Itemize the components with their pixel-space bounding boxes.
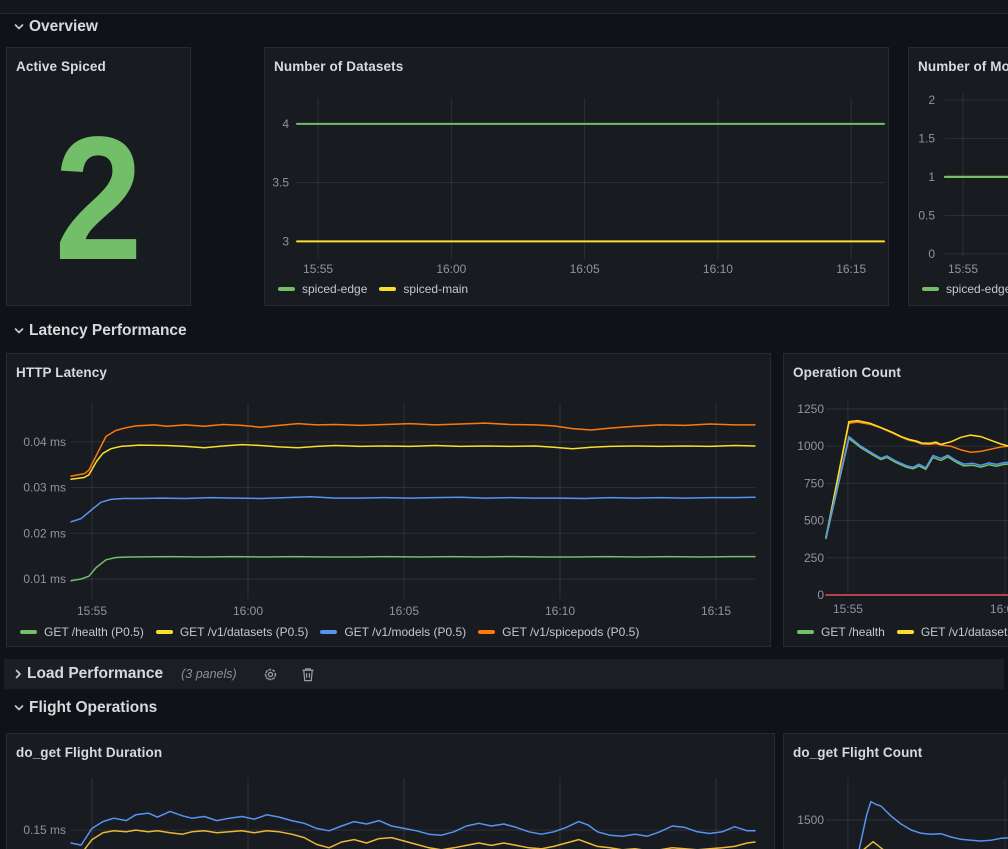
section-header-flight-operations[interactable]: Flight Operations <box>13 698 157 718</box>
svg-text:15:55: 15:55 <box>833 602 863 616</box>
svg-text:15:55: 15:55 <box>948 262 978 276</box>
panel-number-of-datasets: Number of Datasets 15:5516:0016:0516:101… <box>264 47 889 306</box>
svg-text:3: 3 <box>282 234 289 248</box>
svg-text:0: 0 <box>928 247 935 261</box>
legend-item[interactable]: GET /health <box>797 625 885 639</box>
chevron-down-icon <box>13 20 25 34</box>
svg-text:1500: 1500 <box>797 813 824 827</box>
chevron-down-icon <box>13 701 25 715</box>
legend-item[interactable]: GET /v1/datasets <box>897 625 1008 639</box>
legend-series-name: GET /health (P0.5) <box>44 625 144 639</box>
section-title: Flight Operations <box>29 699 157 717</box>
svg-text:3.5: 3.5 <box>272 176 289 190</box>
svg-text:1000: 1000 <box>797 439 824 453</box>
svg-text:750: 750 <box>804 476 824 490</box>
svg-text:0.15 ms: 0.15 ms <box>23 823 66 837</box>
legend-series-name: GET /v1/datasets <box>921 625 1008 639</box>
svg-text:15:55: 15:55 <box>303 262 333 276</box>
dashboard: Overview Active Spiced 2 Number of Datas… <box>0 0 1008 849</box>
row-settings-button[interactable] <box>261 664 281 684</box>
svg-text:0: 0 <box>817 588 824 602</box>
section-header-overview[interactable]: Overview <box>13 17 98 37</box>
svg-text:16:15: 16:15 <box>836 262 866 276</box>
panel-http-latency: HTTP Latency 15:5516:0016:0516:1016:150.… <box>6 353 771 647</box>
legend-item[interactable]: spiced-edge <box>278 282 367 296</box>
svg-text:0.03 ms: 0.03 ms <box>23 481 66 495</box>
stat-value: 2 <box>16 93 181 305</box>
svg-text:4: 4 <box>282 117 289 131</box>
svg-text:16:05: 16:05 <box>570 262 600 276</box>
svg-text:1: 1 <box>928 170 935 184</box>
legend-series-name: GET /v1/datasets (P0.5) <box>180 625 309 639</box>
svg-text:2: 2 <box>928 93 935 107</box>
svg-text:16:10: 16:10 <box>703 262 733 276</box>
top-bar <box>0 0 1008 14</box>
row-delete-button[interactable] <box>298 664 318 684</box>
legend-item[interactable]: spiced-edge <box>922 282 1008 296</box>
svg-text:16:05: 16:05 <box>389 604 419 618</box>
legend-series-name: GET /v1/models (P0.5) <box>344 625 466 639</box>
chevron-right-icon <box>12 667 24 681</box>
section-header-latency-performance[interactable]: Latency Performance <box>13 321 187 341</box>
svg-text:16:00: 16:00 <box>436 262 466 276</box>
chart-canvas[interactable]: 15:5516:0021.510.50 <box>909 48 1008 307</box>
legend-series-color <box>922 287 939 291</box>
svg-text:0.02 ms: 0.02 ms <box>23 526 66 540</box>
section-title: Load Performance <box>27 665 163 683</box>
section-title: Overview <box>29 18 98 36</box>
legend-series-color <box>478 630 495 634</box>
legend-series-color <box>320 630 337 634</box>
panel-do-get-flight-count: do_get Flight Count 1500 <box>783 733 1008 849</box>
chart-legend: spiced-edgespiced-main <box>922 281 1008 297</box>
legend-series-color <box>20 630 37 634</box>
legend-series-name: spiced-main <box>403 282 468 296</box>
legend-series-name: GET /v1/spicepods (P0.5) <box>502 625 639 639</box>
svg-text:15:55: 15:55 <box>77 604 107 618</box>
svg-text:0.01 ms: 0.01 ms <box>23 572 66 586</box>
svg-text:1.5: 1.5 <box>918 131 935 145</box>
legend-series-color <box>379 287 396 291</box>
svg-text:250: 250 <box>804 551 824 565</box>
panel-count-label: (3 panels) <box>181 667 237 681</box>
chart-canvas[interactable]: 15:55 16:00 16:05 16:10 16:15 4 3.5 3 <box>265 48 890 307</box>
panel-do-get-flight-duration: do_get Flight Duration 0.15 ms <box>6 733 775 849</box>
legend-series-color <box>897 630 914 634</box>
svg-text:16:10: 16:10 <box>545 604 575 618</box>
panel-operation-count: Operation Count 15:5516:0012501000750500… <box>783 353 1008 647</box>
legend-series-name: spiced-edge <box>946 282 1008 296</box>
chart-canvas[interactable]: 1500 <box>784 734 1008 849</box>
chart-legend: GET /health (P0.5) GET /v1/datasets (P0.5… <box>20 624 766 640</box>
legend-item[interactable]: GET /health (P0.5) <box>20 625 144 639</box>
chart-canvas[interactable]: 15:55 16:00 1250 1000 750 500 250 0 <box>784 354 1008 648</box>
panel-title[interactable]: Active Spiced <box>16 59 106 74</box>
panel-active-spiced: Active Spiced 2 <box>6 47 191 306</box>
svg-text:16:15: 16:15 <box>701 604 731 618</box>
section-title: Latency Performance <box>29 322 187 340</box>
svg-text:0.5: 0.5 <box>918 208 935 222</box>
legend-series-color <box>156 630 173 634</box>
panel-number-of-models: Number of Models 15:5516:0021.510.50 spi… <box>908 47 1008 306</box>
chevron-down-icon <box>13 324 25 338</box>
chart-legend: spiced-edge spiced-main <box>278 281 884 297</box>
chart-canvas[interactable]: 15:55 16:00 16:05 16:10 16:15 0.04 ms 0.03 ms 0… <box>7 354 772 648</box>
chart-canvas[interactable]: 0.15 ms <box>7 734 776 849</box>
svg-text:16:00: 16:00 <box>233 604 263 618</box>
chart-legend: GET /healthGET /v1/datasetsGET /v1/model… <box>797 624 1008 640</box>
legend-item[interactable]: GET /v1/datasets (P0.5) <box>156 625 309 639</box>
legend-item[interactable]: GET /v1/spicepods (P0.5) <box>478 625 639 639</box>
svg-text:500: 500 <box>804 514 824 528</box>
legend-item[interactable]: GET /v1/models (P0.5) <box>320 625 466 639</box>
svg-text:1250: 1250 <box>797 402 824 416</box>
svg-text:16:00: 16:00 <box>990 602 1008 616</box>
legend-item[interactable]: spiced-main <box>379 282 468 296</box>
svg-text:0.04 ms: 0.04 ms <box>23 435 66 449</box>
legend-series-name: spiced-edge <box>302 282 367 296</box>
section-row-load-performance[interactable]: Load Performance (3 panels) <box>4 659 1004 689</box>
legend-series-color <box>797 630 814 634</box>
legend-series-name: GET /health <box>821 625 885 639</box>
legend-series-color <box>278 287 295 291</box>
